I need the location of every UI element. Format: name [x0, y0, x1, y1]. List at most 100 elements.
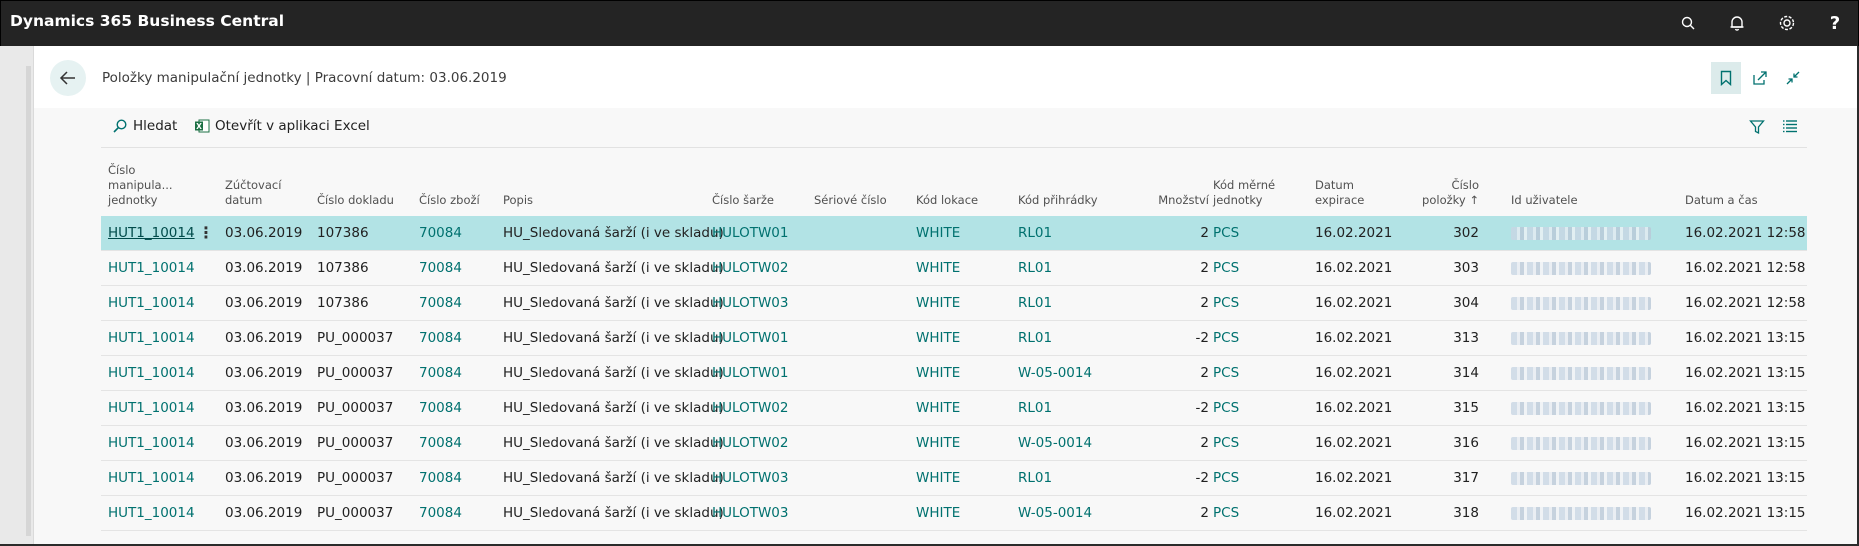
bin-cell[interactable]: RL01: [1018, 400, 1052, 416]
item-no-cell[interactable]: 70084: [419, 225, 462, 241]
back-button[interactable]: [50, 60, 86, 96]
collapse-icon[interactable]: [1778, 62, 1808, 94]
lot-no-cell[interactable]: HULOTW01: [712, 330, 788, 346]
col-user-id[interactable]: Id uživatele: [1511, 193, 1578, 208]
location-cell[interactable]: WHITE: [916, 330, 960, 346]
open-in-excel-action[interactable]: X Otevřít v aplikaci Excel: [194, 118, 370, 134]
hu-number-cell[interactable]: HUT1_10014: [108, 260, 195, 276]
table-row[interactable]: HUT1_10014 03.06.2019 PU_000037 70084 HU_Sle…: [101, 426, 1807, 461]
search-icon[interactable]: [1676, 11, 1700, 35]
list-view-icon[interactable]: [1782, 119, 1798, 133]
uom-cell[interactable]: PCS: [1213, 435, 1239, 451]
location-cell[interactable]: WHITE: [916, 400, 960, 416]
col-serial-no[interactable]: Sériové číslo: [814, 193, 887, 208]
lot-no-cell[interactable]: HULOTW02: [712, 260, 788, 276]
table-row[interactable]: HUT1_10014 03.06.2019 107386 70084 HU_Sledov…: [101, 251, 1807, 286]
col-uom-code[interactable]: Kód měrné jednotky: [1213, 178, 1275, 208]
user-id-redacted: [1511, 437, 1651, 450]
action-bar: Hledat X Otevřít v aplikaci Excel: [101, 108, 1841, 146]
col-document-no[interactable]: Číslo dokladu: [317, 193, 394, 208]
bin-cell[interactable]: W-05-0014: [1018, 505, 1092, 521]
excel-icon: X: [195, 119, 210, 133]
bin-cell[interactable]: W-05-0014: [1018, 435, 1092, 451]
item-no-cell[interactable]: 70084: [419, 330, 462, 346]
col-hu-number[interactable]: Číslo manipula... jednotky: [108, 163, 173, 208]
uom-cell[interactable]: PCS: [1213, 400, 1239, 416]
hu-number-cell[interactable]: HUT1_10014: [108, 400, 195, 416]
item-no-cell[interactable]: 70084: [419, 295, 462, 311]
hu-number-cell[interactable]: HUT1_10014: [108, 470, 195, 486]
table-row[interactable]: HUT1_10014 03.06.2019 PU_000037 70084 HU_Sle…: [101, 496, 1807, 531]
lot-no-cell[interactable]: HULOTW02: [712, 435, 788, 451]
bin-cell[interactable]: RL01: [1018, 260, 1052, 276]
date-time-cell: 16.02.2021 13:15: [1685, 365, 1806, 381]
location-cell[interactable]: WHITE: [916, 260, 960, 276]
share-icon[interactable]: [1745, 62, 1775, 94]
location-cell[interactable]: WHITE: [916, 470, 960, 486]
col-entry-no[interactable]: Číslo položky ↑: [1401, 178, 1479, 208]
col-posting-date[interactable]: Zúčtovací datum: [225, 178, 281, 208]
location-cell[interactable]: WHITE: [916, 435, 960, 451]
help-icon[interactable]: ?: [1823, 11, 1847, 35]
col-location-code[interactable]: Kód lokace: [916, 193, 978, 208]
bell-icon[interactable]: [1725, 11, 1749, 35]
user-id-redacted: [1511, 332, 1651, 345]
location-cell[interactable]: WHITE: [916, 295, 960, 311]
date-time-cell: 16.02.2021 12:58: [1685, 225, 1806, 241]
table-row[interactable]: HUT1_10014 03.06.2019 107386 70084 HU_Sledov…: [101, 286, 1807, 321]
col-date-time[interactable]: Datum a čas: [1685, 193, 1758, 208]
lot-no-cell[interactable]: HULOTW02: [712, 400, 788, 416]
bin-cell[interactable]: W-05-0014: [1018, 365, 1092, 381]
lot-no-cell[interactable]: HULOTW03: [712, 295, 788, 311]
bin-cell[interactable]: RL01: [1018, 470, 1052, 486]
search-action[interactable]: Hledat: [112, 118, 177, 134]
lot-no-cell[interactable]: HULOTW01: [712, 365, 788, 381]
uom-cell[interactable]: PCS: [1213, 260, 1239, 276]
uom-cell[interactable]: PCS: [1213, 295, 1239, 311]
col-item-no[interactable]: Číslo zboží: [419, 193, 480, 208]
hu-number-cell[interactable]: HUT1_10014: [108, 295, 195, 311]
item-no-cell[interactable]: 70084: [419, 505, 462, 521]
col-description[interactable]: Popis: [503, 193, 533, 208]
table-row[interactable]: HUT1_10014 03.06.2019 107386 70084 HU_Sledov…: [101, 216, 1807, 251]
item-no-cell[interactable]: 70084: [419, 365, 462, 381]
col-bin-code[interactable]: Kód přihrádky: [1018, 193, 1098, 208]
uom-cell[interactable]: PCS: [1213, 470, 1239, 486]
col-quantity[interactable]: Množství: [1141, 193, 1209, 208]
table-row[interactable]: HUT1_10014 03.06.2019 PU_000037 70084 HU_Sle…: [101, 461, 1807, 496]
hu-number-cell[interactable]: HUT1_10014: [108, 435, 195, 451]
table-row[interactable]: HUT1_10014 03.06.2019 PU_000037 70084 HU_Sle…: [101, 356, 1807, 391]
uom-cell[interactable]: PCS: [1213, 330, 1239, 346]
item-no-cell[interactable]: 70084: [419, 400, 462, 416]
bin-cell[interactable]: RL01: [1018, 225, 1052, 241]
table-row[interactable]: HUT1_10014 03.06.2019 PU_000037 70084 HU_Sle…: [101, 321, 1807, 356]
gear-icon[interactable]: [1775, 11, 1799, 35]
bookmark-icon[interactable]: [1711, 62, 1741, 94]
row-actions-icon[interactable]: ⋮: [198, 223, 214, 242]
hu-number-cell[interactable]: HUT1_10014: [108, 330, 195, 346]
lot-no-cell[interactable]: HULOTW03: [712, 505, 788, 521]
lot-no-cell[interactable]: HULOTW01: [712, 225, 788, 241]
col-lot-no[interactable]: Číslo šarže: [712, 193, 774, 208]
entry-no-cell: 313: [1453, 330, 1479, 346]
uom-cell[interactable]: PCS: [1213, 505, 1239, 521]
item-no-cell[interactable]: 70084: [419, 260, 462, 276]
item-no-cell[interactable]: 70084: [419, 435, 462, 451]
location-cell[interactable]: WHITE: [916, 365, 960, 381]
location-cell[interactable]: WHITE: [916, 225, 960, 241]
bin-cell[interactable]: RL01: [1018, 295, 1052, 311]
lot-no-cell[interactable]: HULOTW03: [712, 470, 788, 486]
item-no-cell[interactable]: 70084: [419, 470, 462, 486]
hu-number-cell[interactable]: HUT1_10014: [108, 365, 195, 381]
filter-icon[interactable]: [1749, 119, 1765, 135]
app-title[interactable]: Dynamics 365 Business Central: [10, 12, 284, 30]
bin-cell[interactable]: RL01: [1018, 330, 1052, 346]
table-row[interactable]: HUT1_10014 03.06.2019 PU_000037 70084 HU_Sle…: [101, 391, 1807, 426]
uom-cell[interactable]: PCS: [1213, 365, 1239, 381]
uom-cell[interactable]: PCS: [1213, 225, 1239, 241]
hu-number-cell[interactable]: HUT1_10014: [108, 225, 195, 241]
description-cell: HU_Sledovaná šarží (i ve skladu): [503, 295, 724, 311]
location-cell[interactable]: WHITE: [916, 505, 960, 521]
hu-number-cell[interactable]: HUT1_10014: [108, 505, 195, 521]
col-expiry-date[interactable]: Datum expirace: [1315, 178, 1364, 208]
